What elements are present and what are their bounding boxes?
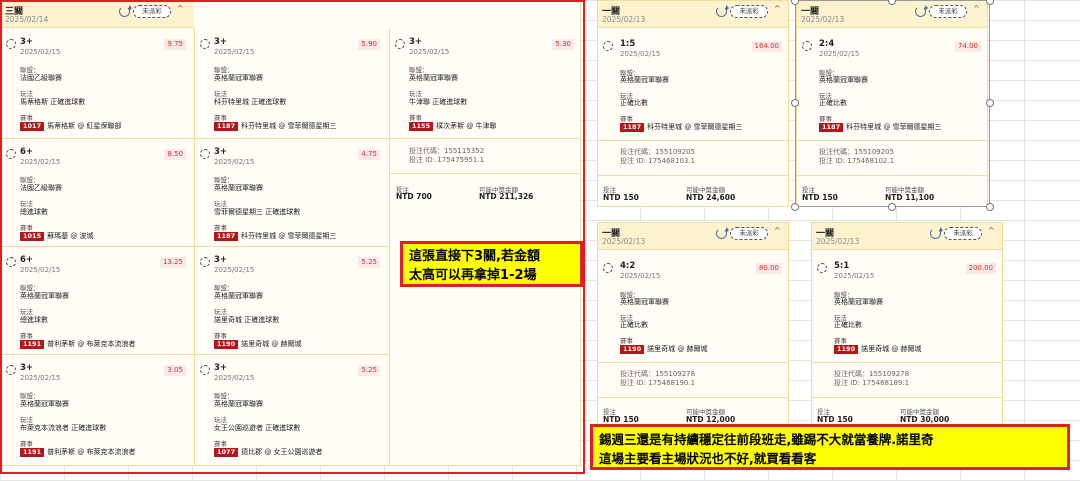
leg-selection: 4:2 xyxy=(620,261,636,271)
leg-select-checkbox[interactable] xyxy=(603,41,613,51)
ticket-date: 2025/02/13 xyxy=(602,15,646,24)
resize-handle[interactable] xyxy=(888,203,896,211)
ticket-header: 一關 2025/02/13 未派彩 ^ xyxy=(598,1,788,28)
leg-odds: 80.00 xyxy=(755,263,782,274)
match-value: 1190 諾里奇城 @ 赫爾城 xyxy=(620,344,708,354)
note-line: 錫週三還是有持續穩定往前段班走,雖踢不大就當養牌.諾里奇 xyxy=(599,432,934,447)
market-value: 正確比數 xyxy=(620,99,648,107)
ticket-single: 一關 2025/02/13 未派彩 ^ 4:2 2025/02/15 80.00… xyxy=(597,222,789,427)
ticket-date: 2025/02/13 xyxy=(816,237,860,246)
stake-value: NTD 150 xyxy=(817,415,853,424)
match-value: 1187 科芬特里城 @ 雪菲爾德星期三 xyxy=(620,122,743,132)
resize-handle[interactable] xyxy=(986,99,994,107)
row-divider xyxy=(812,362,1002,363)
ticket-date: 2025/02/13 xyxy=(602,237,646,246)
leg-odds: 200.00 xyxy=(965,263,996,274)
leg-selection: 5:1 xyxy=(834,261,850,271)
ticket-header: 一關 2025/02/13 未派彩 ^ xyxy=(598,223,788,250)
chevron-up-icon[interactable]: ^ xyxy=(774,4,781,13)
bet-id: 投注 ID: 175468103.1 xyxy=(620,157,696,165)
match-id-badge: 1190 xyxy=(834,345,859,354)
potential-win-value: NTD 12,000 xyxy=(686,415,736,424)
resize-handle[interactable] xyxy=(986,203,994,211)
match-teams: 諾里奇城 @ 赫爾城 xyxy=(861,345,922,353)
stake-value: NTD 150 xyxy=(603,193,639,202)
market-value: 正確比數 xyxy=(834,321,862,329)
note-line: 太高可以再拿掉1-2場 xyxy=(409,268,537,283)
refresh-icon[interactable] xyxy=(716,227,729,239)
ticket-single: 一關 2025/02/13 未派彩 ^ 1:5 2025/02/15 164.0… xyxy=(597,0,789,207)
leg-select-checkbox[interactable] xyxy=(603,263,613,273)
match-value: 1190 諾里奇城 @ 赫爾城 xyxy=(834,344,922,354)
league-value: 英格蘭冠軍聯賽 xyxy=(834,298,883,306)
resize-handle[interactable] xyxy=(791,99,799,107)
status-badge[interactable]: 未派彩 xyxy=(730,5,768,18)
potential-win-value: NTD 30,000 xyxy=(900,415,950,424)
league-value: 英格蘭冠軍聯賽 xyxy=(620,298,669,306)
chevron-up-icon[interactable]: ^ xyxy=(774,226,781,235)
row-divider xyxy=(598,362,788,363)
market-value: 正確比數 xyxy=(620,321,648,329)
match-teams: 諾里奇城 @ 赫爾城 xyxy=(647,345,708,353)
annotation-note: 這張直接下3關,若金額 太高可以再拿掉1-2場 xyxy=(400,241,583,287)
leg-odds: 164.00 xyxy=(751,41,782,52)
leg-select-checkbox[interactable] xyxy=(817,263,827,273)
row-divider xyxy=(598,140,788,141)
highlight-frame xyxy=(0,0,585,474)
ticket-single: 一關 2025/02/13 未派彩 ^ 5:1 2025/02/15 200.0… xyxy=(811,222,1003,427)
ticket-header: 一關 2025/02/13 未派彩 ^ xyxy=(812,223,1002,250)
leg-selection: 1:5 xyxy=(620,39,636,49)
league-value: 英格蘭冠軍聯賽 xyxy=(620,76,669,84)
potential-win-value: NTD 24,600 xyxy=(686,193,736,202)
annotation-note: 錫週三還是有持續穩定往前段班走,雖踢不大就當養牌.諾里奇 這場主要看主場狀況也不… xyxy=(590,424,1070,470)
selection-frame xyxy=(795,0,990,207)
match-teams: 科芬特里城 @ 雪菲爾德星期三 xyxy=(647,123,743,131)
leg-date: 2025/02/15 xyxy=(834,272,875,280)
status-badge[interactable]: 未派彩 xyxy=(944,227,982,240)
resize-handle[interactable] xyxy=(791,203,799,211)
row-divider xyxy=(598,397,788,398)
note-line: 這場主要看主場狀況也不好,就買看看客 xyxy=(599,451,817,466)
match-id-badge: 1190 xyxy=(620,345,645,354)
resize-handle[interactable] xyxy=(986,0,994,5)
row-divider xyxy=(812,397,1002,398)
bet-id: 投注 ID: 175468190.1 xyxy=(620,379,696,387)
match-id-badge: 1187 xyxy=(620,123,645,132)
status-badge[interactable]: 未派彩 xyxy=(730,227,768,240)
bet-id: 投注 ID: 175468189.1 xyxy=(834,379,910,387)
row-divider xyxy=(598,175,788,176)
leg-date: 2025/02/15 xyxy=(620,272,661,280)
stake-value: NTD 150 xyxy=(603,415,639,424)
note-line: 這張直接下3關,若金額 xyxy=(409,249,540,264)
refresh-icon[interactable] xyxy=(716,5,729,17)
chevron-up-icon[interactable]: ^ xyxy=(988,226,995,235)
refresh-icon[interactable] xyxy=(930,227,943,239)
leg-date: 2025/02/15 xyxy=(620,50,661,58)
